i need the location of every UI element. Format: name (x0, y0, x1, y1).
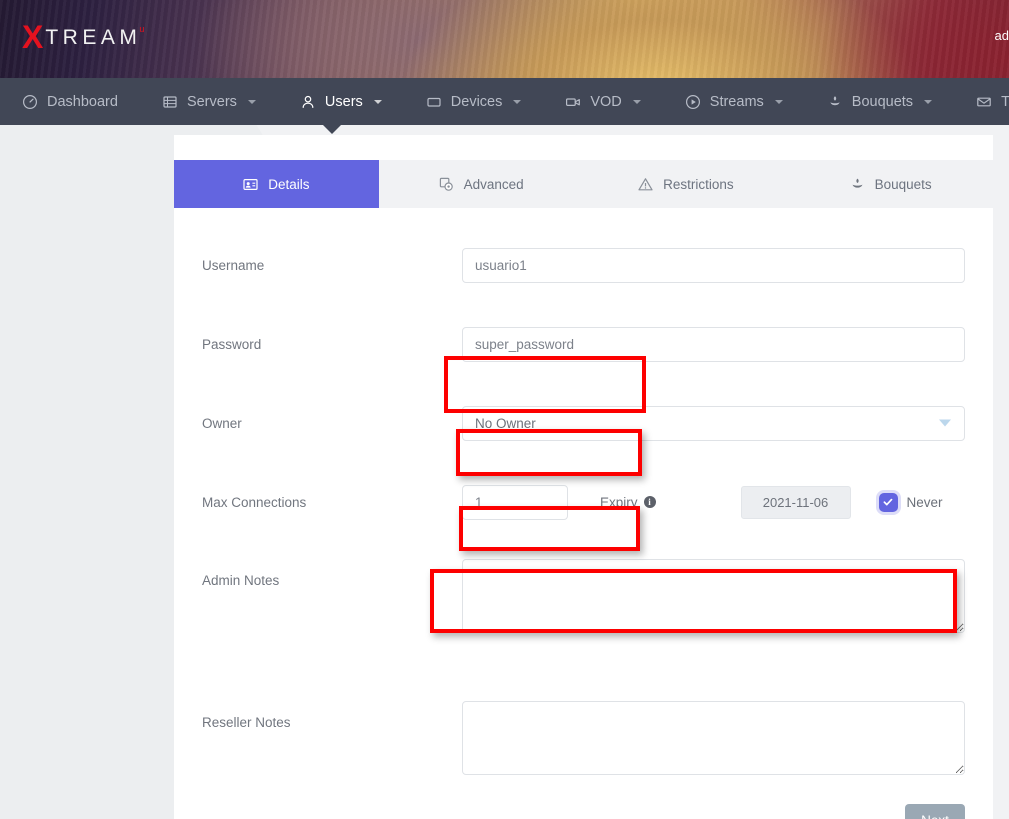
server-icon (162, 94, 178, 110)
nav-item-dashboard[interactable]: Dashboard (22, 78, 134, 125)
reseller-notes-textarea[interactable] (462, 701, 965, 775)
gears-icon (439, 177, 454, 192)
form-row-owner: Owner No Owner (202, 401, 965, 445)
nav-active-pointer (323, 125, 341, 134)
nav-item-vod[interactable]: VOD (565, 78, 656, 125)
nav-label-devices: Devices (451, 94, 503, 110)
nav-label-vod: VOD (590, 94, 621, 110)
field-admin-notes (462, 559, 965, 633)
form-row-admin-notes: Admin Notes (202, 559, 965, 633)
owner-selected-value: No Owner (475, 416, 536, 431)
label-reseller-notes: Reseller Notes (202, 701, 462, 730)
username-input[interactable] (462, 248, 965, 283)
nav-item-tickets[interactable]: Tickets (976, 78, 1009, 125)
gauge-icon (22, 94, 38, 110)
id-card-icon (243, 177, 258, 192)
tab-details[interactable]: Details (174, 160, 379, 208)
logo-wordmark: TREAM (45, 22, 141, 54)
password-input[interactable] (462, 327, 965, 362)
chevron-down-icon (924, 100, 932, 104)
never-checkbox[interactable] (879, 493, 898, 512)
device-icon (426, 94, 442, 110)
form-tabs: Details Advanced Restrictions Bouquets (174, 160, 993, 208)
never-checkbox-group[interactable]: Never (879, 493, 943, 512)
main-navigation: Dashboard Servers Users Devices VOD Stre (0, 78, 1009, 125)
spacer (202, 287, 965, 322)
max-connections-input[interactable] (462, 485, 568, 520)
bouquet-icon (850, 177, 865, 192)
nav-label-bouquets: Bouquets (852, 94, 913, 110)
nav-item-servers[interactable]: Servers (162, 78, 272, 125)
tab-advanced[interactable]: Advanced (379, 160, 584, 208)
chevron-down-icon (939, 420, 951, 427)
chevron-down-icon (775, 100, 783, 104)
field-password (462, 327, 965, 362)
nav-item-streams[interactable]: Streams (685, 78, 799, 125)
field-reseller-notes (462, 701, 965, 775)
header-banner: X TREAM u ad (0, 0, 1009, 78)
chevron-down-icon (633, 100, 641, 104)
logo-superscript: u (139, 22, 144, 36)
nav-label-tickets: Tickets (1001, 94, 1009, 110)
tab-label-advanced: Advanced (464, 177, 524, 192)
account-label[interactable]: ad (995, 28, 1009, 43)
nav-label-users: Users (325, 94, 363, 110)
tab-restrictions[interactable]: Restrictions (584, 160, 789, 208)
chevron-down-icon (248, 100, 256, 104)
nav-label-servers: Servers (187, 94, 237, 110)
field-owner: No Owner (462, 406, 965, 441)
nav-label-dashboard: Dashboard (47, 94, 118, 110)
label-username: Username (202, 258, 462, 273)
spacer (202, 445, 965, 480)
form-row-username: Username (202, 243, 965, 287)
user-form-card: Details Advanced Restrictions Bouquets (174, 135, 993, 819)
info-icon[interactable]: i (644, 496, 656, 508)
bouquet-icon (827, 94, 843, 110)
tab-bouquets[interactable]: Bouquets (788, 160, 993, 208)
spacer (202, 633, 965, 668)
warning-icon (638, 177, 653, 192)
video-icon (565, 94, 581, 110)
expiry-text: Expiry (600, 495, 638, 510)
label-max-connections: Max Connections (202, 495, 462, 510)
never-label: Never (907, 495, 943, 510)
owner-select[interactable]: No Owner (462, 406, 965, 441)
label-admin-notes: Admin Notes (202, 559, 462, 588)
tab-label-bouquets: Bouquets (875, 177, 932, 192)
details-form: Username Password Owner (174, 208, 993, 819)
xtream-logo[interactable]: X TREAM u (22, 22, 144, 54)
field-username (462, 248, 965, 283)
form-row-max-connections: Max Connections Expiry i N (202, 480, 965, 524)
expiry-date-input[interactable] (741, 486, 851, 519)
field-max-connections: Expiry i Never (462, 485, 965, 520)
tab-label-details: Details (268, 177, 309, 192)
form-row-password: Password (202, 322, 965, 366)
form-row-reseller-notes: Reseller Notes (202, 701, 965, 775)
spacer (202, 366, 965, 401)
chevron-down-icon (374, 100, 382, 104)
spacer (202, 208, 965, 243)
spacer (202, 668, 965, 701)
nav-item-users[interactable]: Users (300, 78, 398, 125)
label-expiry: Expiry i (600, 495, 656, 510)
nav-label-streams: Streams (710, 94, 764, 110)
label-owner: Owner (202, 416, 462, 431)
page-body: Details Advanced Restrictions Bouquets (0, 125, 1009, 819)
admin-notes-textarea[interactable] (462, 559, 965, 633)
spacer (202, 524, 965, 559)
nav-item-devices[interactable]: Devices (426, 78, 538, 125)
user-icon (300, 94, 316, 110)
form-footer: Next (202, 804, 965, 819)
label-password: Password (202, 337, 462, 352)
envelope-icon (976, 94, 992, 110)
play-icon (685, 94, 701, 110)
tab-label-restrictions: Restrictions (663, 177, 734, 192)
nav-item-bouquets[interactable]: Bouquets (827, 78, 948, 125)
next-button[interactable]: Next (905, 804, 965, 819)
chevron-down-icon (513, 100, 521, 104)
logo-x-mark: X (22, 22, 43, 52)
